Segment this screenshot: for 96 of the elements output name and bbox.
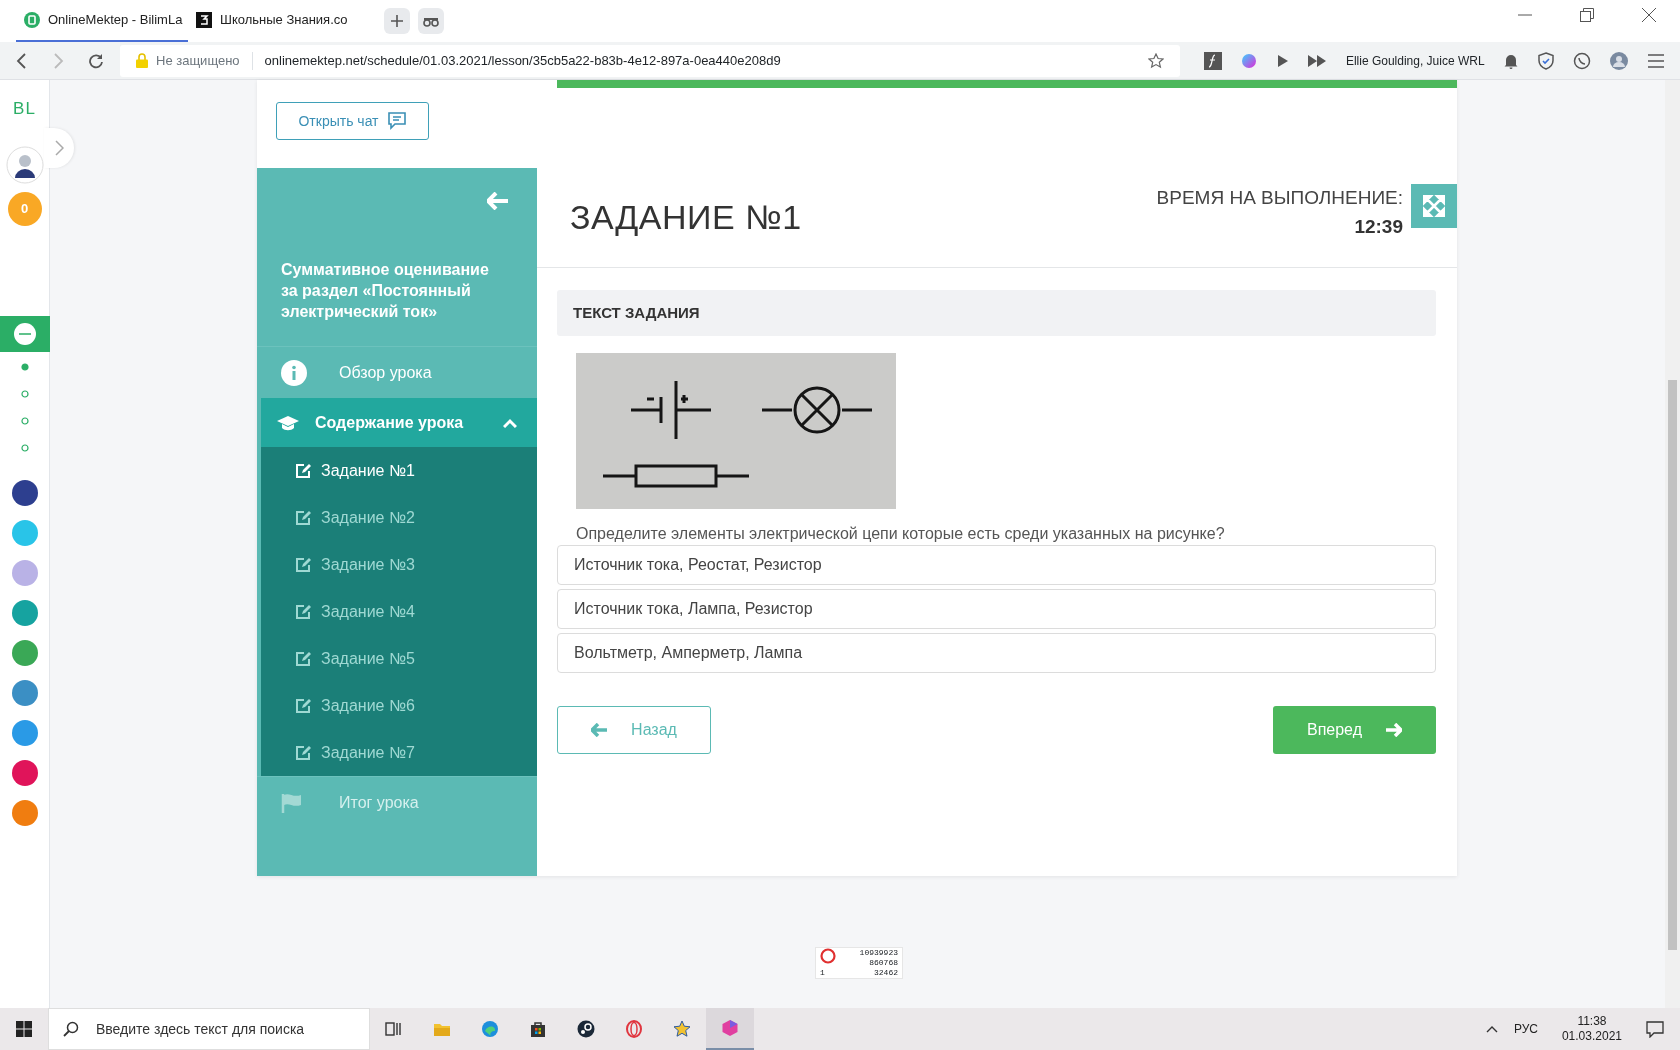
language-indicator[interactable]: РУС [1513,1020,1538,1038]
ring-logo-icon[interactable] [625,1020,643,1038]
glasses-icon [422,15,440,27]
task-link[interactable]: Задание №1 [261,447,537,494]
next-button[interactable]: Вперед [1273,706,1436,754]
back-icon[interactable] [16,52,28,69]
lock-icon [136,53,148,68]
task-link[interactable]: Задание №2 [261,494,537,541]
shield-icon[interactable] [1537,51,1554,70]
plus-icon [390,14,404,28]
edit-icon [295,557,312,572]
counter-value: 10939923 [859,948,898,958]
logo-icon [196,12,212,28]
chat-bubble-icon[interactable] [1573,51,1591,70]
edit-icon [295,604,312,619]
edit-icon [295,463,312,478]
task-link[interactable]: Задание №6 [261,682,537,729]
answer-option[interactable]: Источник тока, Реостат, Резистор [557,545,1436,585]
scrollbar[interactable] [1665,80,1680,1008]
incognito-button[interactable] [418,8,444,34]
flag-icon [281,792,303,813]
edit-icon [295,651,312,666]
reload-icon[interactable] [88,52,104,69]
lesson-menu-item: Итог урока [257,776,537,828]
bell-icon[interactable] [1504,52,1519,69]
answer-option[interactable]: Источник тока, Лампа, Резистор [557,589,1436,629]
counter-value: 32462 [874,968,898,978]
function-icon[interactable] [1204,51,1222,70]
now-playing-text: Ellie Goulding, Juice WRL [1345,52,1485,70]
notifications-icon[interactable] [1646,1020,1664,1038]
question-text: Определите элементы электрической цепи которые есть среди указанных на рисунке? [576,525,1226,543]
lesson-title: Суммативное оценивание за раздел «Постоянный электрический ток» [281,260,490,322]
logo-text: BL [13,98,36,120]
info-icon [281,359,307,386]
hexagon-icon[interactable] [721,1019,739,1037]
task-link[interactable]: Задание №5 [261,635,537,682]
arrow-left-icon [591,723,608,737]
time-remaining: 12:39 [1354,214,1403,239]
answer-option[interactable]: Вольтметр, Амперметр, Лампа [557,633,1436,673]
play-icon[interactable] [1276,53,1289,68]
graduation-cap-icon [277,414,299,431]
clock-date: 01.03.2021 [1561,1029,1622,1044]
avatar-icon [5,145,44,184]
task-view-icon[interactable] [385,1020,403,1038]
nav-dot[interactable] [20,389,29,398]
time-label: ВРЕМЯ НА ВЫПОЛНЕНИЕ: [1156,186,1403,210]
app-icon[interactable] [11,479,38,506]
chevron-right-icon [54,140,64,156]
tab-title: OnlineMektep - BilimLa [48,11,183,30]
windows-logo-icon [16,1021,32,1037]
new-tab-button[interactable] [384,8,410,34]
chat-icon [386,112,407,130]
tab-title: Школьные Знания.co [220,11,348,30]
security-label: Не защищено [156,51,240,70]
steam-icon[interactable] [577,1020,595,1038]
bookmark-star-icon[interactable] [1148,52,1164,69]
edit-icon [295,745,312,760]
shopping-bag-icon[interactable] [529,1020,547,1038]
profile-avatar-icon[interactable] [1610,51,1629,70]
app-icon[interactable] [11,759,38,786]
fast-forward-icon[interactable] [1308,54,1327,67]
app-logo-icon [12,321,37,346]
url-text: onlinemektep.net/schedule/01.03.2021/lesson/35cb5a22-b83b-4e12-897a-0ea440e208d9 [264,51,781,70]
task-link[interactable]: Задание №4 [261,588,537,635]
back-button[interactable]: Назад [557,706,711,754]
browser-wave-icon[interactable] [481,1020,499,1038]
edit-icon [295,698,312,713]
open-chat-button[interactable]: Открыть чат [276,102,429,140]
browser-tab[interactable]: Школьные Знания.co [188,0,360,42]
nav-dot[interactable] [20,416,29,425]
task-heading: ЗАДАНИЕ №1 [570,197,802,238]
expand-icon [1423,195,1445,217]
chevron-up-icon [503,417,517,428]
counter-value: 860768 [869,958,898,968]
orb-icon[interactable] [1241,52,1258,69]
ring-icon [820,948,836,964]
fullscreen-button[interactable] [1411,184,1457,228]
active-app-tile[interactable] [0,315,50,352]
arrow-left-icon[interactable] [487,192,509,210]
nav-dot[interactable] [20,443,29,452]
task-link[interactable]: Задание №3 [261,541,537,588]
arrow-right-icon [1386,723,1402,737]
edit-icon [295,510,312,525]
restore-icon[interactable] [1580,8,1594,22]
counter-value: 1 [820,968,826,978]
menu-icon[interactable] [1647,53,1664,68]
lesson-section-header[interactable]: Содержание урока [261,398,537,447]
task-link[interactable]: Задание №7 [261,729,537,776]
address-bar[interactable]: Не защищено onlinemektep.net/schedule/01.03.2021/lesson/35cb5a22-b83b-4e12-897a-0ea440e208d9 [120,44,1180,77]
coin-badge: 0 [7,191,42,226]
clock-time: 11:38 [1577,1014,1607,1029]
close-icon[interactable] [1642,8,1656,22]
star-icon[interactable] [673,1020,691,1038]
chevron-up-icon[interactable] [1485,1025,1498,1033]
section-title: ТЕКСТ ЗАДАНИЯ [557,290,1436,336]
nav-dot[interactable] [20,362,29,371]
